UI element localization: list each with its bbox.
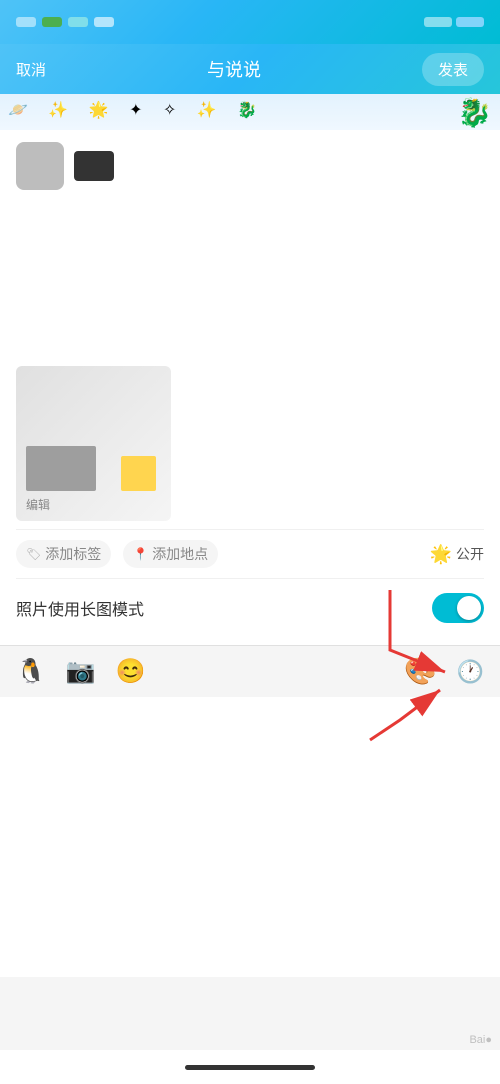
watermark: Bai● [469, 1034, 492, 1046]
image-text-hint: 编辑 [26, 496, 50, 513]
status-bar [0, 0, 500, 44]
status-signal [16, 17, 36, 27]
palette-icon[interactable]: 🎨 [404, 656, 436, 687]
image-block-yellow [121, 456, 156, 491]
nav-title: 与说说 [207, 56, 261, 82]
status-wifi [42, 17, 62, 27]
long-image-label: 照片使用长图模式 [16, 596, 144, 620]
location-icon: 📍 [133, 547, 148, 561]
avatar-row [16, 142, 484, 190]
emoji-icon[interactable]: 😊 [116, 657, 146, 686]
nav-bar: 取消 与说说 发表 [0, 44, 500, 94]
toggle-thumb [457, 596, 481, 620]
text-input-area[interactable] [16, 198, 484, 358]
status-bar-left [16, 17, 114, 27]
privacy-button[interactable]: 🌟 公开 [430, 544, 484, 565]
add-location-label: 添加地点 [152, 544, 208, 564]
privacy-label: 公开 [456, 544, 484, 564]
bottom-toolbar: 🐧 📷 😊 🎨 🕐 [0, 645, 500, 697]
image-preview: 编辑 [16, 366, 171, 521]
banner-decoration: 🐉 [0, 94, 500, 130]
status-battery [456, 17, 484, 27]
content-area: 编辑 🏷 添加标签 📍 添加地点 🌟 公开 照片使用长图模式 [0, 130, 500, 645]
image-preview-inner: 编辑 [16, 366, 171, 521]
home-indicator-area [0, 1050, 500, 1084]
footer-area [0, 697, 500, 977]
tags-row: 🏷 添加标签 📍 添加地点 🌟 公开 [16, 529, 484, 578]
qq-icon[interactable]: 🐧 [16, 657, 46, 686]
home-indicator [185, 1065, 315, 1070]
long-image-mode-row: 照片使用长图模式 [16, 578, 484, 637]
image-block-gray [26, 446, 96, 491]
nav-back-button[interactable]: 取消 [16, 59, 46, 80]
avatar [16, 142, 64, 190]
add-tag-label: 添加标签 [45, 544, 101, 564]
status-bluetooth [68, 17, 88, 27]
camera-icon[interactable]: 📷 [66, 657, 96, 686]
banner-right-icon: 🐉 [457, 96, 492, 129]
publish-button[interactable]: 发表 [422, 53, 484, 86]
status-battery-placeholder [424, 17, 452, 27]
add-tag-button[interactable]: 🏷 添加标签 [16, 540, 111, 568]
status-bar-right [424, 17, 484, 27]
clock-icon[interactable]: 🕐 [457, 659, 484, 685]
long-image-toggle[interactable] [432, 593, 484, 623]
privacy-icon: 🌟 [430, 544, 452, 565]
username-placeholder [74, 151, 114, 181]
add-location-button[interactable]: 📍 添加地点 [123, 540, 218, 568]
back-label[interactable]: 取消 [16, 59, 46, 80]
status-data [94, 17, 114, 27]
tag-icon: 🏷 [26, 547, 41, 561]
